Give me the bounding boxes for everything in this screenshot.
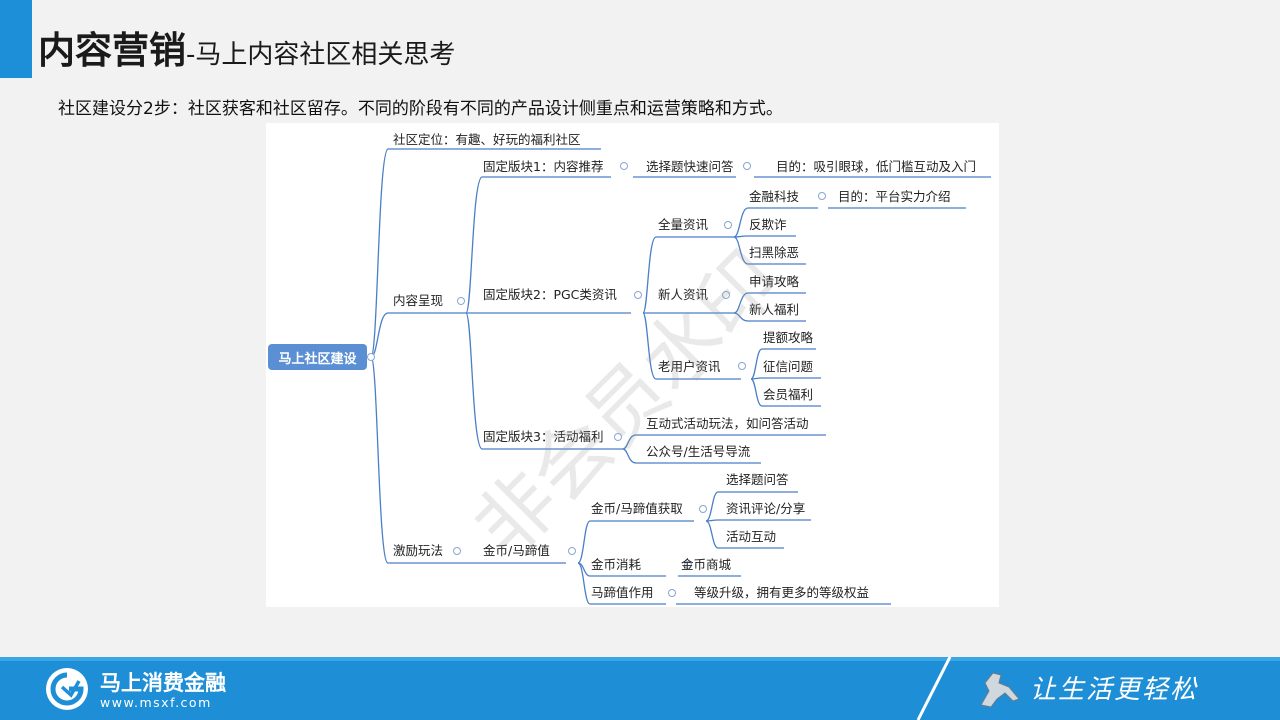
node-anti-fraud: 反欺诈: [749, 217, 787, 232]
node-new-user-news: 新人资讯: [658, 287, 709, 302]
node-limit-guide: 提额攻略: [763, 330, 814, 345]
node-anti-crime: 扫黑除恶: [749, 245, 800, 260]
node-new-user-benefit: 新人福利: [749, 302, 800, 317]
header-accent-bar: [0, 0, 32, 78]
node-apply-guide: 申请攻略: [749, 274, 800, 289]
node-hoof-use-desc: 等级升级，拥有更多的等级权益: [694, 585, 870, 600]
page-subtitle: 社区建设分2步：社区获客和社区留存。不同的阶段有不同的产品设计侧重点和运营策略和…: [58, 99, 783, 119]
page-title-main: 内容营销: [38, 29, 186, 72]
footer: 马上消费金融 www.msxf.com 让生活更轻松: [0, 657, 1280, 720]
page-title-sub: -马上内容社区相关思考: [186, 40, 456, 70]
node-block1: 固定版块1：内容推荐: [483, 159, 604, 174]
node-spend: 金币消耗: [591, 557, 642, 572]
node-credit-issue: 征信问题: [763, 359, 814, 374]
mindmap-root: 马上社区建设: [268, 344, 367, 370]
node-fintech: 金融科技: [749, 189, 800, 204]
node-block3: 固定版块3：活动福利: [483, 429, 604, 444]
node-wechat-flow: 公众号/生活号导流: [646, 444, 751, 459]
node-block1-goal: 目的：吸引眼球，低门槛互动及入门: [776, 159, 977, 174]
node-member-benefit: 会员福利: [763, 387, 814, 402]
page-title: 内容营销 -马上内容社区相关思考: [38, 20, 456, 72]
node-positioning: 社区定位：有趣、好玩的福利社区: [393, 132, 581, 147]
horse-mascot-icon: [980, 672, 1020, 708]
node-interactive: 互动式活动玩法，如问答活动: [646, 416, 809, 431]
node-incentive: 激励玩法: [393, 543, 444, 558]
node-coins: 金币/马蹄值: [483, 543, 550, 558]
node-earn-activity: 活动互动: [726, 529, 777, 544]
node-old-user-news: 老用户资讯: [658, 359, 721, 374]
node-fintech-goal: 目的：平台实力介绍: [838, 189, 951, 204]
node-earn-q: 选择题问答: [726, 472, 789, 487]
node-mall: 金币商城: [681, 557, 732, 572]
node-earn: 金币/马蹄值获取: [591, 501, 683, 516]
node-block1-child: 选择题快速问答: [646, 159, 734, 174]
node-hoof-use: 马蹄值作用: [591, 585, 654, 600]
node-content: 内容呈现: [393, 293, 444, 308]
node-earn-comment: 资讯评论/分享: [726, 501, 806, 516]
node-all-news: 全量资讯: [658, 217, 709, 232]
node-block2: 固定版块2：PGC类资讯: [483, 287, 617, 302]
footer-slogan: 让生活更轻松: [1030, 675, 1199, 705]
mindmap: 马上社区建设 社区定位：有趣、好玩的福利社区 内容呈现 激励玩法 固定版块1：内…: [266, 123, 999, 607]
